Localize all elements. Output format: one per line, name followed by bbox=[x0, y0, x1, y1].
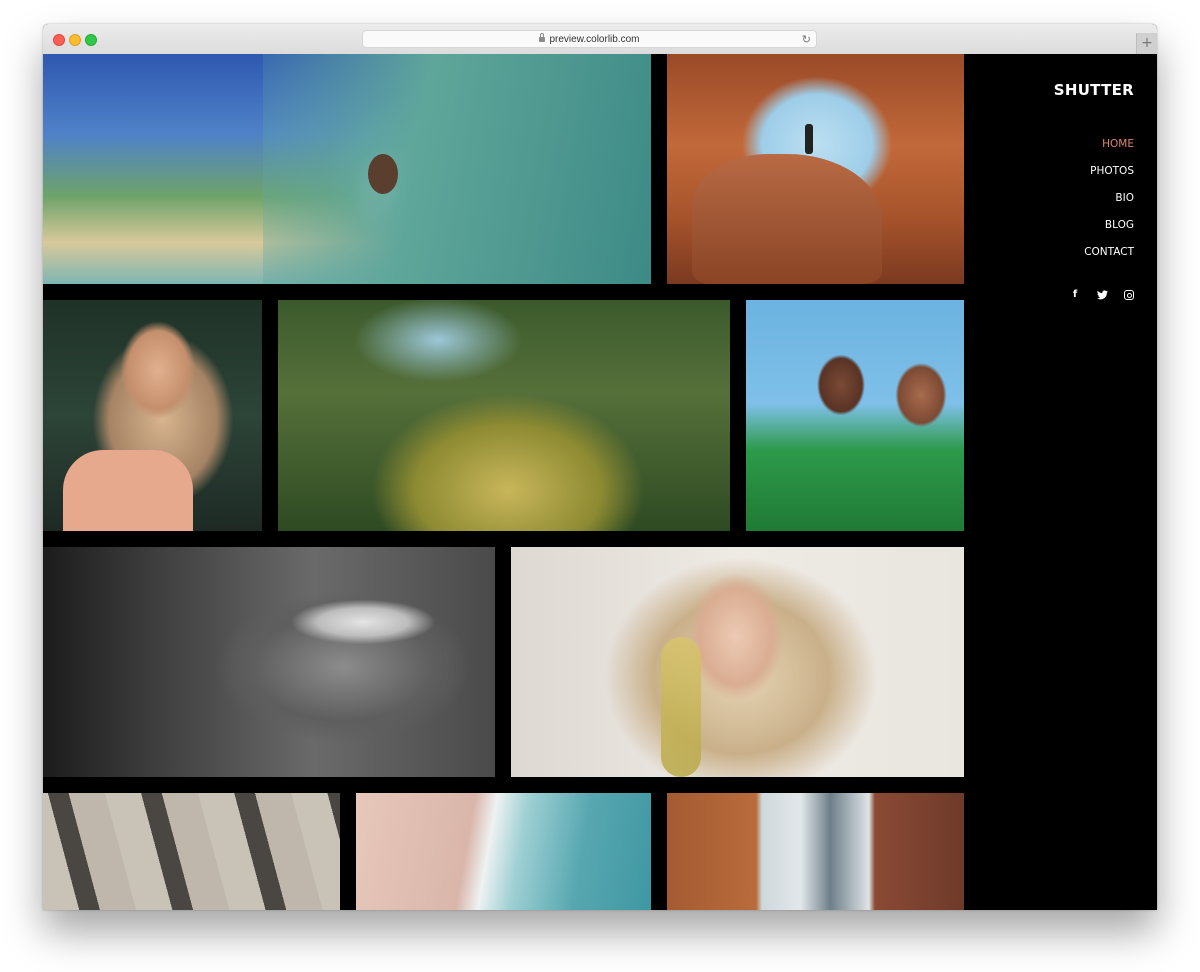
photo-bw-smile[interactable] bbox=[43, 547, 495, 777]
nav-item-bio[interactable]: BIO bbox=[1084, 185, 1134, 212]
address-bar-text: preview.colorlib.com bbox=[363, 31, 816, 48]
facebook-icon[interactable]: f bbox=[1070, 290, 1080, 300]
browser-toolbar: preview.colorlib.com ↻ + bbox=[43, 24, 1157, 55]
photo-blonde-woman[interactable] bbox=[511, 547, 964, 777]
photo-person-silhouette bbox=[805, 124, 813, 154]
instagram-icon[interactable] bbox=[1124, 290, 1134, 300]
photo-surfer-wave[interactable] bbox=[43, 54, 651, 284]
photo-two-women[interactable] bbox=[746, 300, 964, 531]
nav-item-photos[interactable]: PHOTOS bbox=[1084, 158, 1134, 185]
photo-dress bbox=[63, 450, 193, 531]
photo-wave-overlay bbox=[263, 54, 651, 284]
photo-bridge-street[interactable] bbox=[667, 793, 964, 910]
twitter-icon[interactable] bbox=[1097, 290, 1108, 300]
maximize-window-button[interactable] bbox=[85, 34, 97, 46]
sidebar: SHUTTER HOME PHOTOS BIO BLOG CONTACT f bbox=[964, 54, 1157, 910]
url: preview.colorlib.com bbox=[549, 34, 640, 45]
site-logo[interactable]: SHUTTER bbox=[1054, 81, 1134, 99]
minimize-window-button[interactable] bbox=[69, 34, 81, 46]
browser-window: preview.colorlib.com ↻ + SHUTTER HOME PH… bbox=[43, 24, 1157, 910]
nav-item-blog[interactable]: BLOG bbox=[1084, 212, 1134, 239]
close-window-button[interactable] bbox=[53, 34, 65, 46]
social-links: f bbox=[1070, 290, 1134, 300]
photo-building-facade[interactable] bbox=[43, 793, 340, 910]
main-nav: HOME PHOTOS BIO BLOG CONTACT bbox=[1084, 131, 1134, 266]
photo-yellow-flowers bbox=[661, 637, 701, 777]
nav-item-home[interactable]: HOME bbox=[1084, 131, 1134, 158]
address-bar[interactable]: preview.colorlib.com ↻ bbox=[362, 30, 817, 48]
photo-smiling-woman-lights[interactable] bbox=[43, 300, 262, 531]
photo-rock-formation bbox=[692, 154, 882, 284]
photo-rock-arch[interactable] bbox=[667, 54, 964, 284]
photo-mossy-tree[interactable] bbox=[278, 300, 730, 531]
nav-item-contact[interactable]: CONTACT bbox=[1084, 239, 1134, 266]
page-content: SHUTTER HOME PHOTOS BIO BLOG CONTACT f bbox=[43, 54, 1157, 910]
reload-icon[interactable]: ↻ bbox=[802, 32, 811, 47]
photo-beach-aerial[interactable] bbox=[356, 793, 651, 910]
photo-surfer-figure bbox=[368, 154, 398, 194]
lock-icon bbox=[539, 33, 546, 42]
new-tab-button[interactable]: + bbox=[1136, 33, 1157, 54]
